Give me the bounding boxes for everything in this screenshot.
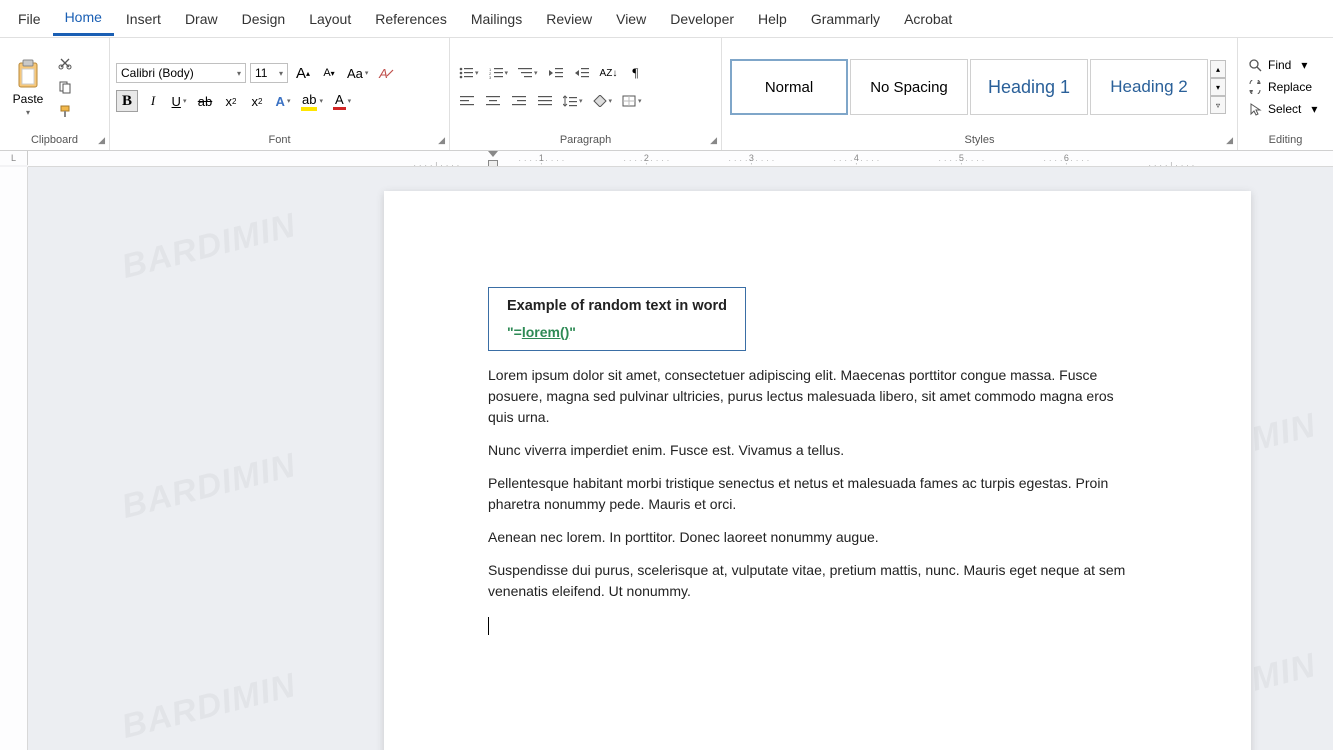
font-color-button[interactable]: A▾ xyxy=(330,90,354,112)
group-clipboard: Paste ▾ Clipboard ◢ xyxy=(0,38,110,150)
menu-references[interactable]: References xyxy=(363,3,459,35)
multilevel-list-button[interactable]: ▾ xyxy=(515,62,541,84)
style-normal[interactable]: Normal xyxy=(730,59,848,115)
menu-home[interactable]: Home xyxy=(53,1,114,36)
ruler-corner: L xyxy=(0,151,28,165)
styles-scroll-down-icon[interactable]: ▾ xyxy=(1210,78,1226,96)
shrink-font-button[interactable]: A▾ xyxy=(318,62,340,84)
font-group-label: Font xyxy=(116,132,443,148)
doc-heading: Example of random text in word xyxy=(507,298,727,314)
bullets-button[interactable]: ▾ xyxy=(456,62,482,84)
line-spacing-button[interactable]: ▾ xyxy=(560,90,586,112)
horizontal-ruler[interactable]: 1 2 3 4 5 6 xyxy=(28,151,1333,167)
clipboard-icon xyxy=(12,58,44,90)
select-button[interactable]: Select▾ xyxy=(1244,101,1321,117)
align-center-button[interactable] xyxy=(482,90,504,112)
vertical-ruler[interactable] xyxy=(0,167,28,750)
shading-button[interactable]: ▾ xyxy=(590,90,616,112)
menu-file[interactable]: File xyxy=(6,3,53,35)
paragraph-3: Pellentesque habitant morbi tristique se… xyxy=(488,473,1138,515)
search-icon xyxy=(1248,58,1262,72)
clear-formatting-button[interactable]: A xyxy=(375,62,397,84)
align-right-button[interactable] xyxy=(508,90,530,112)
indent-marker-icon[interactable] xyxy=(486,151,498,167)
underline-button[interactable]: U▾ xyxy=(168,90,190,112)
title-frame: Example of random text in word "=lorem()… xyxy=(488,287,746,351)
paragraph-5: Suspendisse dui purus, scelerisque at, v… xyxy=(488,560,1138,602)
numbering-button[interactable]: 123▾ xyxy=(486,62,512,84)
align-left-button[interactable] xyxy=(456,90,478,112)
menu-mailings[interactable]: Mailings xyxy=(459,3,534,35)
paragraph-group-label: Paragraph xyxy=(456,132,715,148)
strikethrough-button[interactable]: ab xyxy=(194,90,216,112)
menu-view[interactable]: View xyxy=(604,3,658,35)
styles-expand-icon[interactable]: ▿ xyxy=(1210,96,1226,114)
sort-button[interactable]: AZ↓ xyxy=(597,62,621,84)
cut-icon[interactable] xyxy=(56,54,74,72)
watermark: BARDIMIN xyxy=(118,446,300,527)
justify-button[interactable] xyxy=(534,90,556,112)
clipboard-group-label: Clipboard xyxy=(6,132,103,148)
menu-developer[interactable]: Developer xyxy=(658,3,746,35)
subscript-button[interactable]: x2 xyxy=(220,90,242,112)
svg-text:3: 3 xyxy=(489,75,492,79)
menu-review[interactable]: Review xyxy=(534,3,604,35)
change-case-button[interactable]: Aa▾ xyxy=(344,62,371,84)
highlight-button[interactable]: ab▾ xyxy=(298,90,326,112)
group-styles: Normal No Spacing Heading 1 Heading 2 ▴ … xyxy=(722,38,1238,150)
style-heading-2[interactable]: Heading 2 xyxy=(1090,59,1208,115)
paragraph-2: Nunc viverra imperdiet enim. Fusce est. … xyxy=(488,440,1138,461)
ribbon: Paste ▾ Clipboard ◢ Calibri (Body)▾ 11▾ … xyxy=(0,38,1333,151)
cursor-icon xyxy=(1248,102,1262,116)
watermark: BARDIMIN xyxy=(118,206,300,287)
watermark: BARDIMIN xyxy=(118,666,300,747)
menu-layout[interactable]: Layout xyxy=(297,3,363,35)
styles-launcher-icon[interactable]: ◢ xyxy=(1226,135,1233,146)
grow-font-button[interactable]: A▴ xyxy=(292,62,314,84)
paragraph-launcher-icon[interactable]: ◢ xyxy=(710,135,717,146)
show-marks-button[interactable]: ¶ xyxy=(624,62,646,84)
font-launcher-icon[interactable]: ◢ xyxy=(438,135,445,146)
clipboard-launcher-icon[interactable]: ◢ xyxy=(98,135,105,146)
group-font: Calibri (Body)▾ 11▾ A▴ A▾ Aa▾ A B I U▾ a… xyxy=(110,38,450,150)
style-heading-1[interactable]: Heading 1 xyxy=(970,59,1088,115)
font-size-combo[interactable]: 11▾ xyxy=(250,63,288,83)
document-page[interactable]: Example of random text in word "=lorem()… xyxy=(384,191,1251,750)
styles-group-label: Styles xyxy=(728,132,1231,148)
group-paragraph: ▾ 123▾ ▾ AZ↓ ¶ ▾ ▾ ▾ xyxy=(450,38,722,150)
format-painter-icon[interactable] xyxy=(56,102,74,120)
paragraph-4: Aenean nec lorem. In porttitor. Donec la… xyxy=(488,527,1138,548)
editing-group-label: Editing xyxy=(1244,132,1327,148)
text-cursor[interactable] xyxy=(488,614,1138,635)
group-editing: Find▾ Replace Select▾ Editing xyxy=(1238,38,1333,150)
document-area: BARDIMIN BARDIMIN BARDIMIN BARDIMIN BARD… xyxy=(0,167,1333,750)
copy-icon[interactable] xyxy=(56,78,74,96)
replace-button[interactable]: Replace xyxy=(1244,79,1321,95)
menu-draw[interactable]: Draw xyxy=(173,3,230,35)
menu-help[interactable]: Help xyxy=(746,3,799,35)
menu-insert[interactable]: Insert xyxy=(114,3,173,35)
menu-bar: File Home Insert Draw Design Layout Refe… xyxy=(0,0,1333,38)
menu-acrobat[interactable]: Acrobat xyxy=(892,3,964,35)
replace-icon xyxy=(1248,80,1262,94)
bold-button[interactable]: B xyxy=(116,90,138,112)
menu-design[interactable]: Design xyxy=(230,3,298,35)
find-button[interactable]: Find▾ xyxy=(1244,57,1321,73)
increase-indent-button[interactable] xyxy=(571,62,593,84)
decrease-indent-button[interactable] xyxy=(545,62,567,84)
style-no-spacing[interactable]: No Spacing xyxy=(850,59,968,115)
paste-label: Paste xyxy=(13,92,44,106)
borders-button[interactable]: ▾ xyxy=(619,90,645,112)
text-effects-button[interactable]: A▾ xyxy=(272,90,294,112)
font-family-combo[interactable]: Calibri (Body)▾ xyxy=(116,63,246,83)
doc-formula: "=lorem()" xyxy=(507,324,727,340)
paragraph-1: Lorem ipsum dolor sit amet, consectetuer… xyxy=(488,365,1138,428)
superscript-button[interactable]: x2 xyxy=(246,90,268,112)
paste-button[interactable]: Paste ▾ xyxy=(6,56,50,119)
italic-button[interactable]: I xyxy=(142,90,164,112)
menu-grammarly[interactable]: Grammarly xyxy=(799,3,892,35)
styles-scroll-up-icon[interactable]: ▴ xyxy=(1210,60,1226,78)
